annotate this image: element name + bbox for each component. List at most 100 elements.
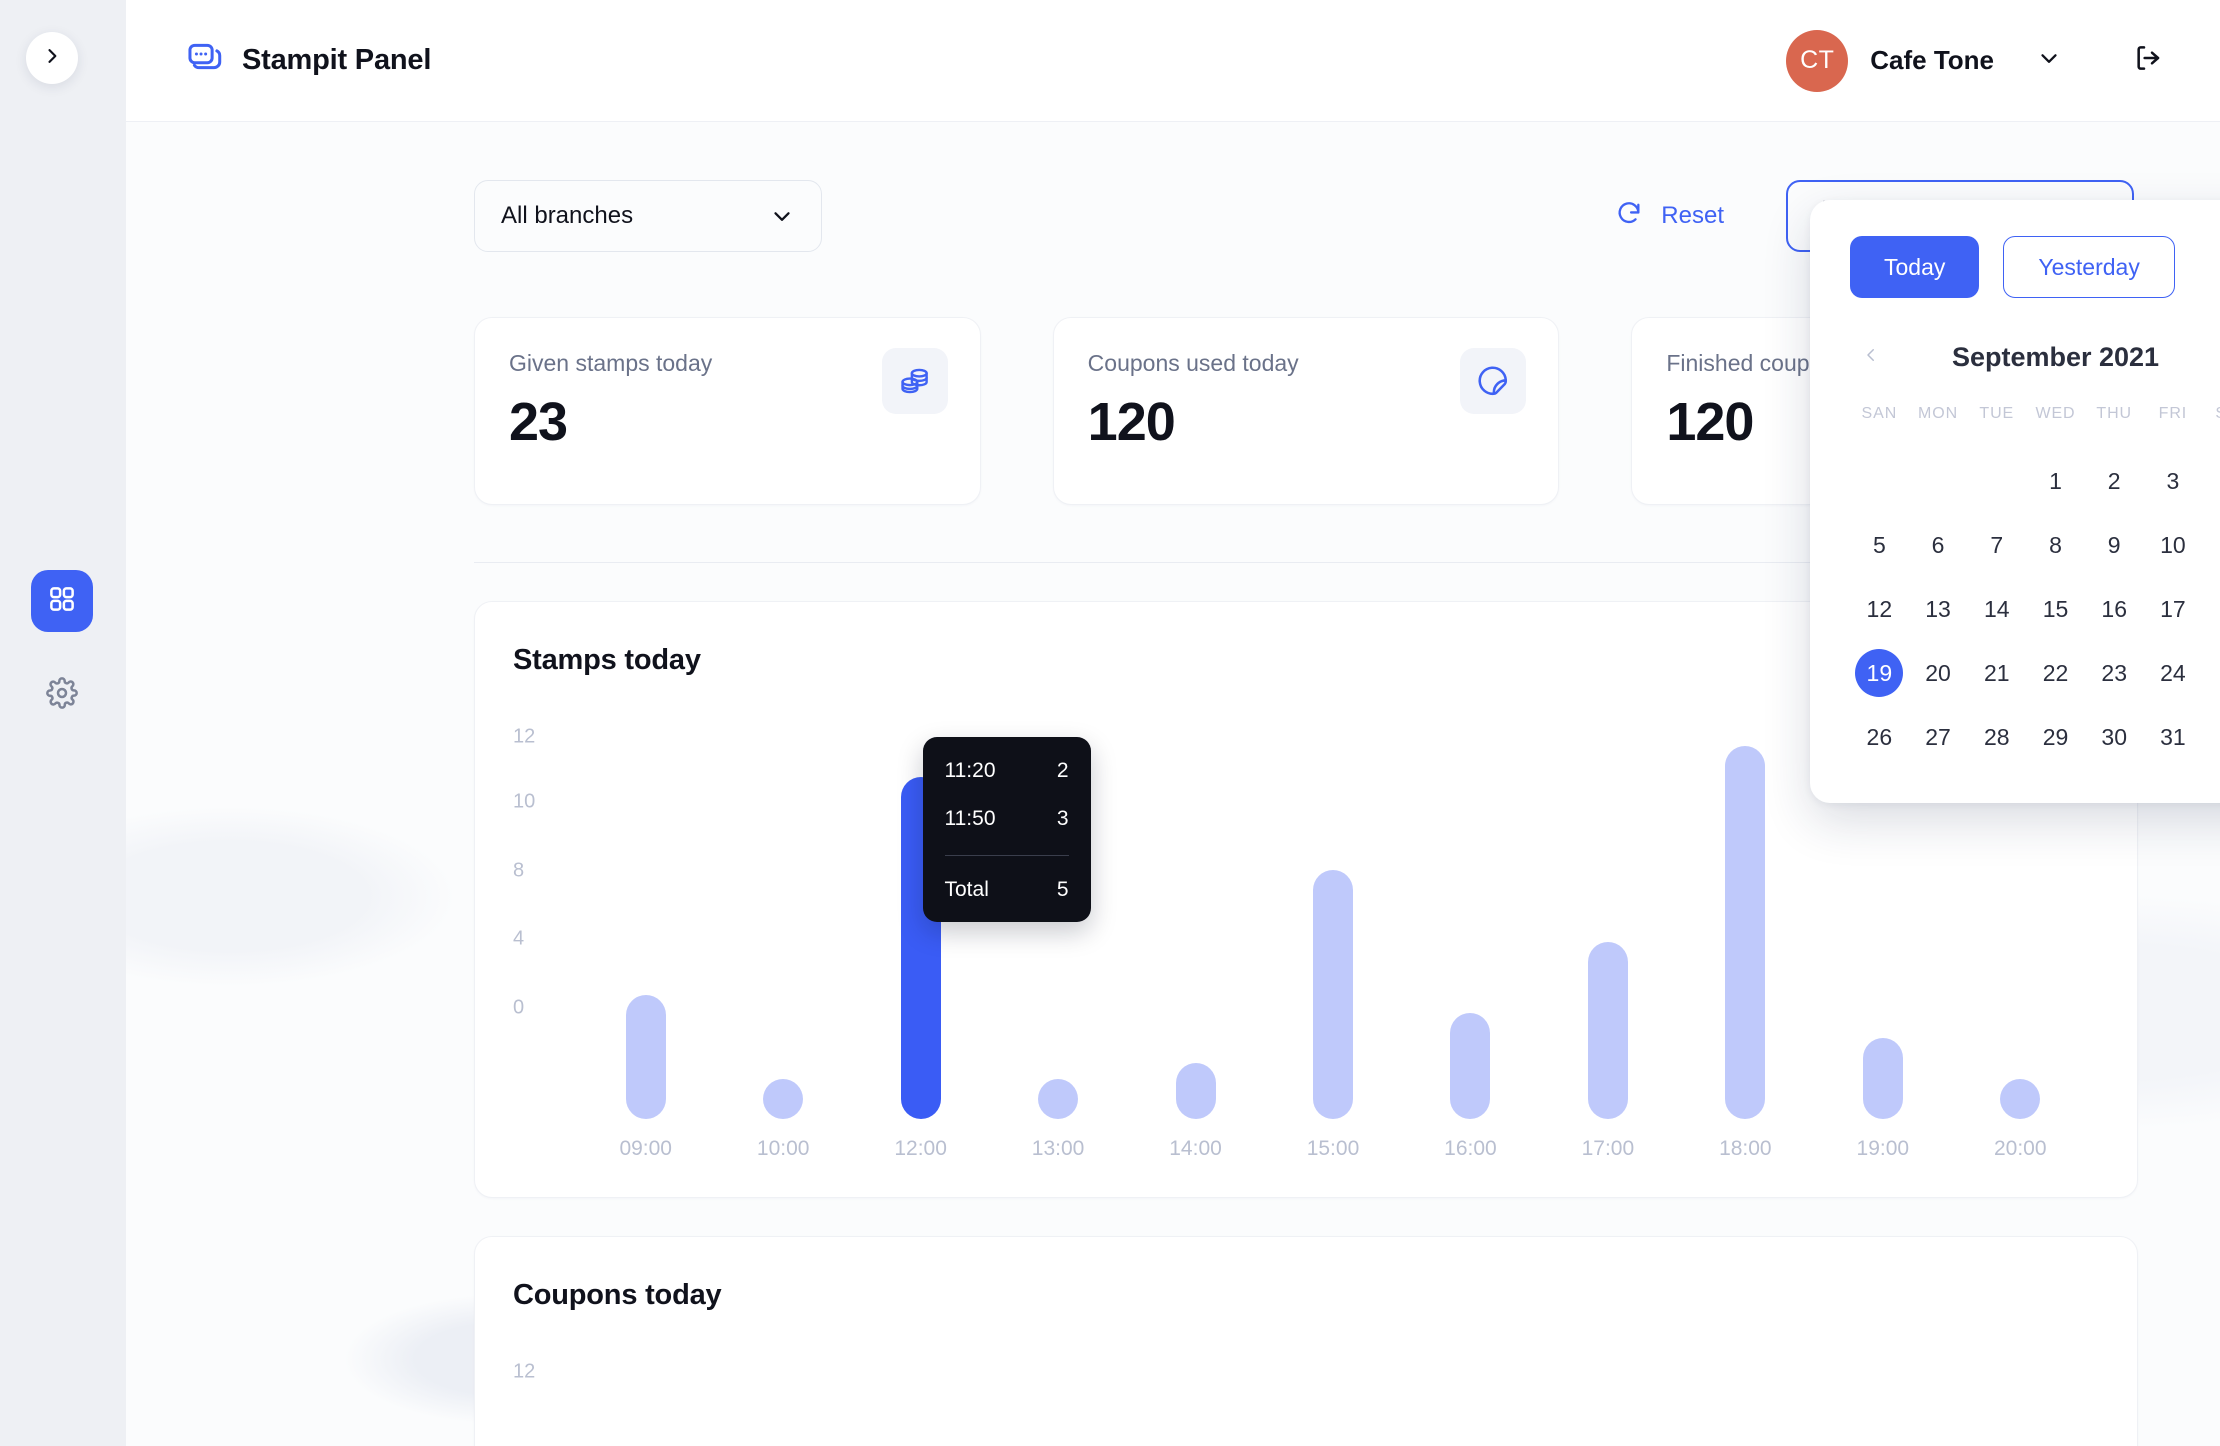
bar-column[interactable]: 15:00 [1264, 715, 1401, 1163]
calendar-day[interactable]: 8 [2026, 517, 2085, 573]
stat-card-value: 23 [509, 392, 568, 452]
bar[interactable] [763, 1079, 804, 1119]
calendar-day[interactable]: 10 [2144, 517, 2203, 573]
coupons-bar-chart: 12 [513, 1350, 2099, 1446]
calendar-weekday: TUE [1979, 405, 2015, 422]
bar[interactable] [1312, 870, 1353, 1119]
calendar-day[interactable]: 27 [1909, 709, 1968, 765]
bar-column[interactable]: 14:00 [1127, 715, 1264, 1163]
refresh-icon [1615, 199, 1643, 234]
bar-column[interactable]: 10:00 [714, 715, 851, 1163]
gear-icon [46, 676, 78, 714]
tooltip-row: 11:20 2 [945, 759, 1069, 783]
calendar-day[interactable]: 24 [2144, 645, 2203, 701]
bar[interactable] [1725, 746, 1766, 1119]
x-axis-tick: 10:00 [756, 1137, 810, 1160]
calendar-day[interactable]: 13 [1909, 581, 1968, 637]
bar[interactable] [1450, 1013, 1491, 1119]
calendar-day-selected[interactable]: 19 [1850, 645, 1909, 701]
tooltip-total-row: Total 5 [945, 878, 1069, 902]
stat-card: Given stamps today 23 [474, 317, 981, 505]
x-axis-tick: 19:00 [1856, 1137, 1910, 1160]
calendar-day[interactable]: 30 [2085, 709, 2144, 765]
sidebar-expand-button[interactable] [26, 32, 78, 84]
x-axis-tick: 09:00 [619, 1137, 672, 1160]
calendar-day[interactable]: 2 [2085, 453, 2144, 509]
calendar-day[interactable]: 9 [2085, 517, 2144, 573]
sidebar-item-settings[interactable] [31, 664, 93, 726]
stat-card-label: Coupons used today [1087, 350, 1299, 376]
calendar-day[interactable]: 5 [1850, 517, 1909, 573]
date-picker-popup: Today Yesterday September 2021 SAN MON TUE… [1810, 200, 2220, 803]
y-axis: 12 10 8 4 0 [513, 715, 571, 1119]
calendar-day[interactable]: 7 [1967, 517, 2026, 573]
calendar-day[interactable]: 11 [2202, 517, 2220, 573]
y-axis-tick: 8 [513, 859, 525, 882]
calendar-day[interactable]: 16 [2085, 581, 2144, 637]
calendar-day[interactable]: 23 [2085, 645, 2144, 701]
tooltip-time: 11:20 [944, 759, 996, 782]
calendar-day[interactable]: 20 [1909, 645, 1968, 701]
chevron-down-icon [2036, 45, 2062, 76]
calendar-weekday: WED [2035, 405, 2076, 422]
sidebar-item-dashboard[interactable] [31, 570, 93, 632]
calendar-day[interactable]: 4 [2202, 453, 2220, 509]
chat-cards-icon [186, 39, 224, 82]
sidebar-nav [31, 570, 93, 726]
calendar-day[interactable]: 14 [1967, 581, 2026, 637]
stat-card: Coupons used today 120 [1052, 317, 1560, 505]
calendar-day[interactable]: 12 [1850, 581, 1909, 637]
calendar-day[interactable]: 21 [1967, 645, 2026, 701]
stat-card-label: Given stamps today [509, 350, 713, 376]
logout-icon [2132, 42, 2164, 79]
branch-select[interactable]: All branches [474, 180, 822, 252]
today-button[interactable]: Today [1850, 236, 1980, 298]
tooltip-row: 11:50 3 [945, 807, 1069, 831]
x-axis-tick: 16:00 [1444, 1137, 1497, 1160]
reset-label: Reset [1661, 202, 1724, 229]
calendar-day[interactable]: 6 [1909, 517, 1968, 573]
reset-button[interactable]: Reset [1615, 199, 1724, 234]
chevron-left-icon [1862, 346, 1880, 369]
prev-month-button[interactable] [1856, 340, 1886, 375]
calendar-month-label: September 2021 [1951, 342, 2160, 372]
bar-column[interactable]: 17:00 [1539, 715, 1676, 1163]
account-menu-button[interactable] [2036, 45, 2062, 76]
calendar-day[interactable]: 26 [1850, 709, 1909, 765]
calendar-day[interactable]: 18 [2202, 581, 2220, 637]
top-bar: Stampit Panel CT Cafe Tone [126, 0, 2220, 122]
logout-button[interactable] [2132, 42, 2164, 79]
tooltip-total-value: 5 [1056, 878, 1069, 901]
calendar-day[interactable]: 15 [2026, 581, 2085, 637]
calendar-blank [1909, 453, 1968, 509]
bar[interactable] [2000, 1079, 2041, 1119]
bar-column[interactable]: 16:00 [1402, 715, 1539, 1163]
bar[interactable] [1038, 1079, 1079, 1119]
calendar-weekday: THU [2096, 405, 2132, 422]
bar-column[interactable]: 18:00 [1677, 715, 1814, 1163]
calendar-day[interactable]: 31 [2144, 709, 2203, 765]
bar[interactable] [1587, 941, 1628, 1119]
bar[interactable] [625, 994, 666, 1119]
tooltip-count: 3 [1056, 807, 1069, 830]
calendar-day[interactable]: 29 [2026, 709, 2085, 765]
calendar-blank [1850, 453, 1909, 509]
calendar-blank [1967, 453, 2026, 509]
main-area: Stampit Panel CT Cafe Tone All branches … [126, 0, 2220, 1446]
app-root: Stampit Panel CT Cafe Tone All branches … [0, 0, 2220, 1446]
bar[interactable] [1862, 1038, 1903, 1119]
tooltip-divider [944, 855, 1069, 856]
yesterday-button[interactable]: Yesterday [2003, 236, 2175, 298]
bar-column[interactable]: 09:00 [577, 715, 714, 1163]
bar[interactable] [1175, 1063, 1216, 1119]
calendar-grid: SANMONTUEWEDTHUFRISAT1234567891011121314… [1850, 405, 2220, 765]
calendar-day[interactable]: 1 [2026, 453, 2085, 509]
x-axis-tick: 20:00 [1993, 1137, 2047, 1160]
calendar-day[interactable]: 22 [2026, 645, 2085, 701]
x-axis-tick: 18:00 [1719, 1137, 1772, 1160]
calendar-day[interactable]: 17 [2144, 581, 2203, 637]
chevron-right-icon [42, 46, 62, 71]
calendar-day[interactable]: 28 [1967, 709, 2026, 765]
calendar-day[interactable]: 25 [2202, 645, 2220, 701]
calendar-day[interactable]: 3 [2144, 453, 2203, 509]
